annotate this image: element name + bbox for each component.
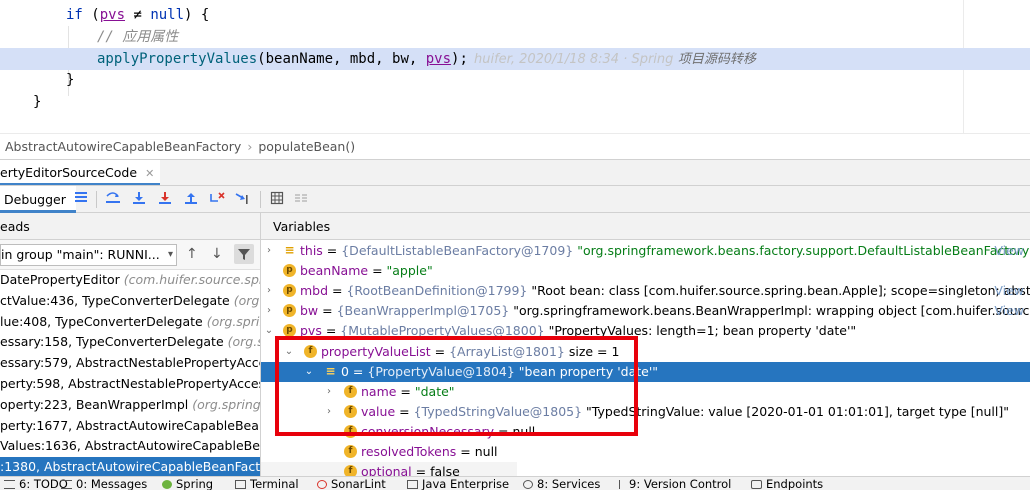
terminal-icon xyxy=(235,480,246,489)
menu-icon[interactable] xyxy=(72,191,90,209)
frame-list: DatePropertyEditor (com.huifer.source.sp… xyxy=(0,270,260,476)
breadcrumb-separator: › xyxy=(247,139,253,154)
code-line-close-brace[interactable]: } xyxy=(66,70,74,91)
field-icon: f xyxy=(344,445,357,458)
debugger-toolbar: Debugger xyxy=(0,185,1030,213)
thread-select[interactable]: in group "main": RUNNI... ▾ xyxy=(0,244,177,266)
frame-item[interactable]: essary:579, AbstractNestablePropertyAcce… xyxy=(0,353,260,374)
run-to-cursor-icon[interactable] xyxy=(234,191,252,209)
spring-icon xyxy=(162,480,172,489)
tab-debugger-label: Debugger xyxy=(4,192,66,207)
toolbar-divider xyxy=(260,191,261,208)
frame-item[interactable]: perty:1677, AbstractAutowireCapableBeanF… xyxy=(0,416,260,437)
evaluate-expression-icon[interactable] xyxy=(268,191,286,209)
variable-text: this = {DefaultListableBeanFactory@1709}… xyxy=(300,243,1030,258)
step-out-icon[interactable] xyxy=(182,191,200,209)
code-line-if[interactable]: if (pvs ≠ null) { xyxy=(66,5,209,26)
variable-text: mbd = {RootBeanDefinition@1799} "Root be… xyxy=(300,283,1030,298)
code-comment[interactable]: // 应用属性 xyxy=(97,27,178,48)
tool-todo[interactable]: 6: TODO xyxy=(4,477,68,490)
breadcrumb: AbstractAutowireCapableBeanFactory › popul… xyxy=(0,133,1030,159)
code-line-close-brace[interactable]: } xyxy=(33,92,41,113)
parameter-icon: p xyxy=(283,284,296,297)
variable-row-bw[interactable]: › p bw = {BeanWrapperImpl@1705} "org.spr… xyxy=(261,301,1030,321)
show-execution-point-icon[interactable] xyxy=(104,191,122,209)
filter-icon[interactable] xyxy=(234,244,254,264)
debug-session-bar: ertyEditorSourceCode ✕ xyxy=(0,159,1030,186)
variable-text: resolvedTokens = null xyxy=(361,444,498,459)
tool-services[interactable]: 8: Services xyxy=(523,477,600,490)
variable-row-beanName[interactable]: p beanName = "apple" xyxy=(261,261,1030,281)
version-control-icon xyxy=(619,480,625,489)
drop-frame-icon[interactable] xyxy=(208,191,226,209)
view-link[interactable]: View xyxy=(994,301,1024,321)
expand-arrow-icon[interactable]: › xyxy=(263,241,275,261)
variable-row-this[interactable]: › ≡ this = {DefaultListableBeanFactory@1… xyxy=(261,241,1030,261)
code-line-apply[interactable]: applyPropertyValues(beanName, mbd, bw, p… xyxy=(97,49,468,70)
variables-header: Variables xyxy=(261,213,1030,240)
arrow-down-icon[interactable]: ↓ xyxy=(211,246,223,262)
frame-item[interactable]: operty:223, BeanWrapperImpl (org.springf… xyxy=(0,395,260,416)
thread-select-value: in group "main": RUNNI... xyxy=(1,247,160,262)
variable-row-resolvedTokens[interactable]: f resolvedTokens = null xyxy=(261,442,1030,462)
endpoints-icon xyxy=(751,480,762,489)
messages-icon xyxy=(61,480,72,489)
java-enterprise-icon xyxy=(407,480,418,489)
variable-text: beanName = "apple" xyxy=(300,263,433,278)
frames-header: eads xyxy=(0,213,260,240)
frame-item[interactable]: essary:158, TypeConverterDelegate (org.s… xyxy=(0,332,260,353)
variable-text: bw = {BeanWrapperImpl@1705} "org.springf… xyxy=(300,303,1030,318)
tool-java-enterprise[interactable]: Java Enterprise xyxy=(407,477,509,490)
variable-row-mbd[interactable]: › p mbd = {RootBeanDefinition@1799} "Roo… xyxy=(261,281,1030,301)
services-icon xyxy=(523,480,533,489)
tool-spring[interactable]: Spring xyxy=(162,477,213,490)
frame-item[interactable]: DatePropertyEditor (com.huifer.source.sp… xyxy=(0,270,260,291)
arrow-up-icon[interactable]: ↑ xyxy=(186,246,198,262)
variable-text: optional = false xyxy=(361,464,460,476)
step-over-icon[interactable] xyxy=(130,191,148,209)
expand-arrow-icon[interactable]: › xyxy=(263,281,275,301)
field-icon: f xyxy=(344,465,357,476)
todo-icon xyxy=(4,480,15,489)
step-into-icon[interactable] xyxy=(156,191,174,209)
annotation-highlight-box xyxy=(275,336,638,436)
variable-row-optional[interactable]: f optional = false xyxy=(261,462,517,476)
object-icon: ≡ xyxy=(284,243,295,257)
git-blame-inlay: huifer, 2020/1/18 8:34 · Spring 项目源码转移 xyxy=(474,52,756,67)
thread-selector-row: in group "main": RUNNI... ▾ ↑ ↓ xyxy=(0,240,260,270)
trace-current-stream-icon[interactable] xyxy=(292,191,310,209)
tool-endpoints[interactable]: Endpoints xyxy=(751,477,823,490)
frame-item[interactable]: ctValue:436, TypeConverterDelegate (org.… xyxy=(0,291,260,312)
breadcrumb-method[interactable]: populateBean() xyxy=(258,139,355,154)
parameter-icon: p xyxy=(283,304,296,317)
view-link[interactable]: View xyxy=(994,241,1024,261)
frames-panel: eads in group "main": RUNNI... ▾ ↑ ↓ Dat… xyxy=(0,213,261,476)
tool-version-control[interactable]: 9: Version Control xyxy=(619,477,731,490)
frame-item-selected[interactable]: :1380, AbstractAutowireCapableBeanFactor… xyxy=(0,457,260,476)
collapse-arrow-icon[interactable]: ⌄ xyxy=(263,321,275,341)
parameter-icon: p xyxy=(283,264,296,277)
tool-messages[interactable]: 0: Messages xyxy=(61,477,147,490)
tab-debugger[interactable]: Debugger xyxy=(0,186,76,213)
breadcrumb-class[interactable]: AbstractAutowireCapableBeanFactory xyxy=(5,139,241,154)
view-link[interactable]: View xyxy=(994,281,1024,301)
tool-window-bar: 6: TODO 0: Messages Spring Terminal Sona… xyxy=(0,476,1030,490)
tool-terminal[interactable]: Terminal xyxy=(235,477,299,490)
debug-session-label: ertyEditorSourceCode xyxy=(0,165,138,180)
tool-sonarlint[interactable]: SonarLint xyxy=(317,477,386,490)
frame-item[interactable]: Values:1636, AbstractAutowireCapableBean… xyxy=(0,436,260,457)
expand-arrow-icon[interactable]: › xyxy=(263,301,275,321)
close-icon[interactable]: ✕ xyxy=(145,167,154,180)
toolbar-divider xyxy=(96,191,97,208)
code-editor[interactable]: if (pvs ≠ null) { // 应用属性 applyPropertyV… xyxy=(0,0,1030,133)
debug-session-tab[interactable]: ertyEditorSourceCode ✕ xyxy=(0,160,161,186)
sonarlint-icon xyxy=(317,480,327,489)
frame-item[interactable]: perty:598, AbstractNestablePropertyAcces… xyxy=(0,374,260,395)
frame-item[interactable]: lue:408, TypeConverterDelegate (org.spri… xyxy=(0,312,260,333)
chevron-down-icon: ▾ xyxy=(167,249,173,260)
